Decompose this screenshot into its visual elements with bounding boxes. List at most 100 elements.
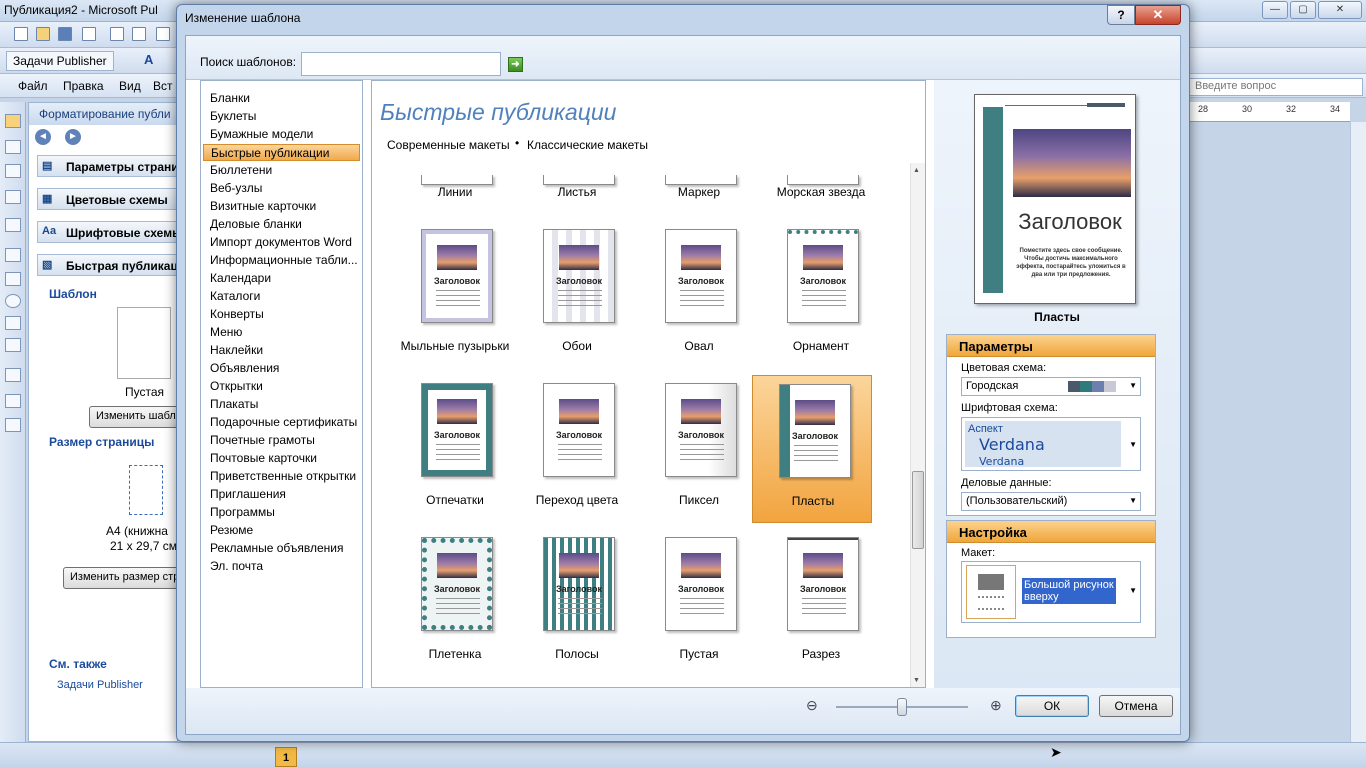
menu-file[interactable]: Файл	[18, 79, 48, 93]
minimize-button[interactable]: —	[1262, 1, 1288, 19]
rectangle-icon[interactable]	[5, 316, 21, 330]
new-icon[interactable]	[14, 27, 28, 41]
section-color-schemes[interactable]: ▦ Цветовые схемы	[37, 188, 177, 210]
picture-icon[interactable]	[5, 218, 21, 232]
zoom-slider-thumb[interactable]	[897, 698, 907, 716]
category-item[interactable]: Быстрые публикации	[203, 144, 360, 161]
page-navigator[interactable]: 1	[275, 747, 297, 767]
vertical-scrollbar[interactable]	[1350, 122, 1366, 742]
menu-insert[interactable]: Вст	[153, 79, 173, 93]
section-font-schemes[interactable]: Aa Шрифтовые схемы	[37, 221, 177, 243]
template-tile[interactable]: Заголовок Обои	[517, 229, 637, 377]
scroll-up-icon[interactable]: ▲	[913, 167, 920, 174]
help-button[interactable]: ?	[1107, 5, 1135, 25]
category-item[interactable]: Приветственные открытки	[203, 468, 360, 485]
oval-icon[interactable]	[5, 294, 21, 308]
cancel-button[interactable]: Отмена	[1099, 695, 1173, 717]
template-tile[interactable]: Заголовок Полосы	[517, 537, 637, 685]
menu-edit[interactable]: Правка	[63, 79, 104, 93]
print-preview-icon[interactable]	[132, 27, 146, 41]
category-item[interactable]: Календари	[203, 270, 360, 287]
template-tile[interactable]: Заголовок Разрез	[761, 537, 881, 685]
category-item[interactable]: Эл. почта	[203, 558, 360, 575]
template-tile[interactable]: Заголовок Пласты	[752, 375, 872, 523]
category-item[interactable]: Рекламные объявления	[203, 540, 360, 557]
font-scheme-select[interactable]: Аспект Verdana Verdana ▼	[961, 417, 1141, 471]
category-item[interactable]: Деловые бланки	[203, 216, 360, 233]
text-box-icon[interactable]	[5, 140, 21, 154]
category-item[interactable]: Плакаты	[203, 396, 360, 413]
category-item[interactable]: Бумажные модели	[203, 126, 360, 143]
publisher-tasks-button[interactable]: Задачи Publisher	[6, 51, 114, 71]
scroll-down-icon[interactable]: ▼	[913, 677, 920, 684]
change-template-button[interactable]: Изменить шабло	[89, 406, 179, 428]
spelling-icon[interactable]	[156, 27, 170, 41]
category-item[interactable]: Каталоги	[203, 288, 360, 305]
category-item[interactable]: Конверты	[203, 306, 360, 323]
wordart-icon[interactable]	[5, 190, 21, 204]
category-item[interactable]: Открытки	[203, 378, 360, 395]
category-item[interactable]: Буклеты	[203, 108, 360, 125]
change-page-size-button[interactable]: Изменить размер стр	[63, 567, 179, 589]
design-gallery-icon[interactable]	[5, 394, 21, 408]
gallery-scroll-thumb[interactable]	[912, 471, 924, 549]
template-tile[interactable]: Заголовок Переход цвета	[517, 383, 637, 531]
gallery-scrollbar[interactable]	[910, 163, 925, 687]
close-dialog-button[interactable]: ✕	[1135, 5, 1181, 25]
line-icon[interactable]	[5, 248, 21, 262]
template-tile[interactable]: Маркер	[639, 73, 759, 199]
template-tile[interactable]: Заголовок Овал	[639, 229, 759, 377]
category-item[interactable]: Почетные грамоты	[203, 432, 360, 449]
category-item[interactable]: Наклейки	[203, 342, 360, 359]
category-item[interactable]: Импорт документов Word	[203, 234, 360, 251]
print-icon[interactable]	[110, 27, 124, 41]
email-icon[interactable]	[82, 27, 96, 41]
template-tile[interactable]: Заголовок Отпечатки	[395, 383, 515, 531]
category-item[interactable]: Подарочные сертификаты	[203, 414, 360, 431]
template-tile[interactable]: Заголовок Пиксел	[639, 383, 759, 531]
maximize-button[interactable]: ▢	[1290, 1, 1316, 19]
color-scheme-select[interactable]: Городская ▼	[961, 377, 1141, 396]
zoom-out-icon[interactable]: ⊖	[806, 697, 818, 714]
category-item[interactable]: Объявления	[203, 360, 360, 377]
template-tile[interactable]: Морская звезда	[761, 73, 881, 199]
autoshapes-icon[interactable]	[5, 338, 21, 352]
category-item[interactable]: Приглашения	[203, 486, 360, 503]
help-question-input[interactable]: Введите вопрос	[1188, 78, 1363, 96]
template-tile[interactable]: Заголовок Плетенка	[395, 537, 515, 685]
filter-modern-link[interactable]: Современные макеты	[387, 138, 510, 152]
category-item[interactable]: Бланки	[203, 90, 360, 107]
open-icon[interactable]	[36, 27, 50, 41]
table-icon[interactable]	[5, 164, 21, 178]
template-tile[interactable]: Заголовок Пустая	[639, 537, 759, 685]
select-tool-icon[interactable]	[5, 114, 21, 128]
publisher-tasks-link[interactable]: Задачи Publisher	[57, 679, 143, 691]
business-info-icon[interactable]	[5, 418, 21, 432]
category-item[interactable]: Визитные карточки	[203, 198, 360, 215]
template-tile[interactable]: Заголовок Орнамент	[761, 229, 881, 377]
category-item[interactable]: Информационные табли...	[203, 252, 360, 269]
arrow-icon[interactable]	[5, 272, 21, 286]
back-icon[interactable]: ◄	[35, 129, 51, 145]
category-item[interactable]: Веб-узлы	[203, 180, 360, 197]
styles-icon[interactable]: A	[144, 52, 153, 67]
category-item[interactable]: Меню	[203, 324, 360, 341]
section-quick-publication[interactable]: ▧ Быстрая публикаци	[37, 254, 177, 276]
zoom-in-icon[interactable]: ⊕	[990, 697, 1002, 714]
filter-classic-link[interactable]: Классические макеты	[527, 138, 648, 152]
hotspot-icon[interactable]	[5, 368, 21, 382]
menu-view[interactable]: Вид	[119, 79, 141, 93]
category-item[interactable]: Бюллетени	[203, 162, 360, 179]
category-item[interactable]: Программы	[203, 504, 360, 521]
category-item[interactable]: Резюме	[203, 522, 360, 539]
forward-icon[interactable]: ►	[65, 129, 81, 145]
template-tile[interactable]: Листья	[517, 73, 637, 199]
search-go-icon[interactable]: ➜	[508, 57, 523, 72]
layout-select[interactable]: Большой рисунок вверху ▼	[961, 561, 1141, 623]
category-item[interactable]: Почтовые карточки	[203, 450, 360, 467]
ok-button[interactable]: ОК	[1015, 695, 1089, 717]
save-icon[interactable]	[58, 27, 72, 41]
close-app-button[interactable]: ✕	[1318, 1, 1362, 19]
template-tile[interactable]: Заголовок Мыльные пузырьки	[395, 229, 515, 377]
section-page-options[interactable]: ▤ Параметры страни	[37, 155, 177, 177]
